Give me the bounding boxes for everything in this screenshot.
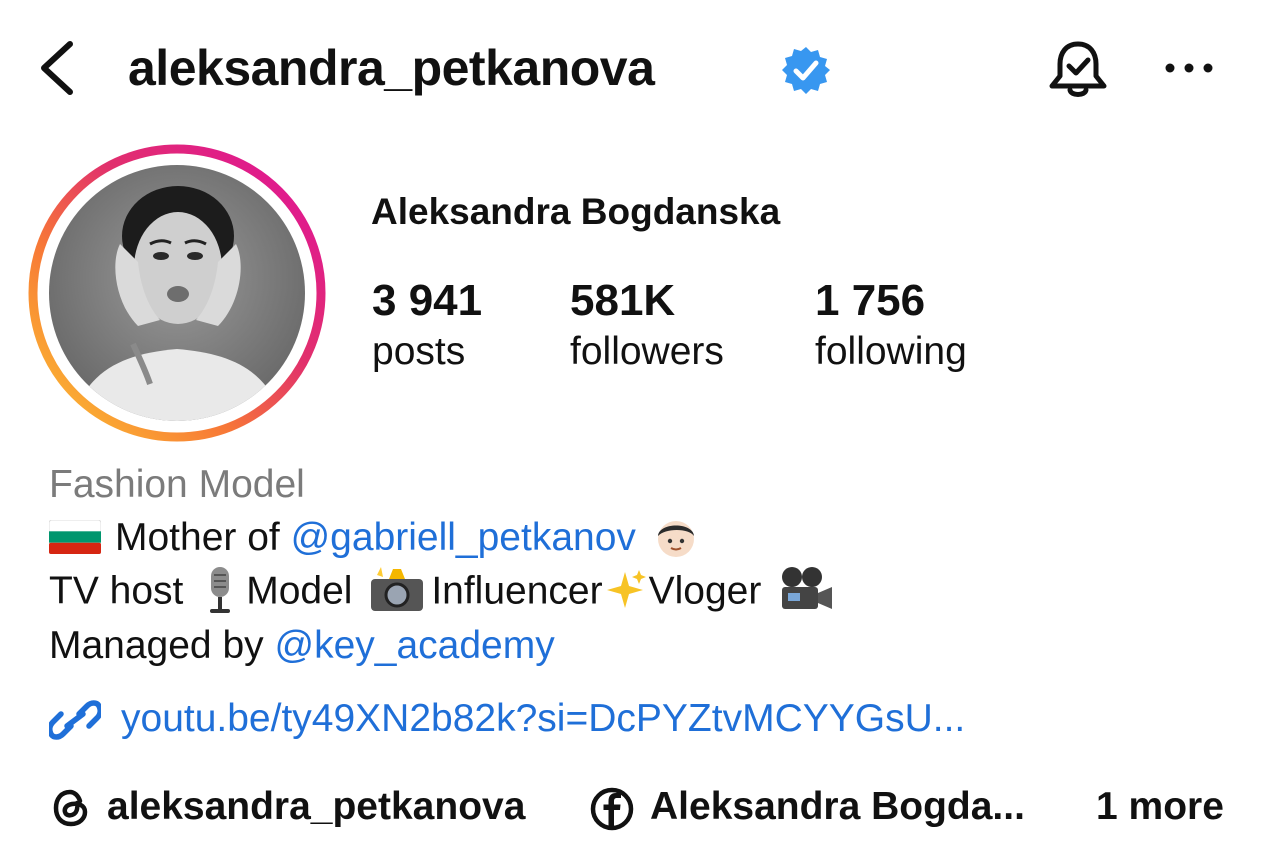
verified-badge-icon xyxy=(780,44,832,96)
ellipsis-icon xyxy=(1165,63,1213,73)
camera-flash-emoji-icon xyxy=(371,567,424,611)
threads-link-text: aleksandra_petkanova xyxy=(107,785,526,828)
microphone-emoji-icon xyxy=(210,567,231,613)
movie-camera-emoji-icon xyxy=(782,567,833,609)
posts-count[interactable]: 3 941 posts xyxy=(372,276,482,376)
bio-managed-by-text: Managed by xyxy=(49,624,264,667)
child-emoji-icon xyxy=(657,520,694,557)
following-label: following xyxy=(815,330,967,373)
followers-value: 581K xyxy=(570,276,676,325)
bio-line-3: Managed by @key_academy xyxy=(49,623,555,669)
bio-influencer-text: Influencer xyxy=(431,569,603,613)
mention-key-academy-link[interactable]: @key_academy xyxy=(275,624,555,667)
chevron-left-icon xyxy=(41,41,73,95)
profile-category: Fashion Model xyxy=(49,463,305,506)
bulgaria-flag-icon xyxy=(49,519,101,554)
link-icon xyxy=(49,700,101,740)
bio-line-1: Mother of @gabriell_petkanov xyxy=(49,515,705,563)
sparkles-emoji-icon xyxy=(606,570,646,608)
followers-label: followers xyxy=(570,330,724,373)
bio-model-text: Model xyxy=(246,569,353,613)
bio-line-2: TV host Model Influencer Vloger xyxy=(49,567,840,618)
following-value: 1 756 xyxy=(815,276,926,325)
facebook-icon xyxy=(590,787,634,831)
mention-gabriell-link[interactable]: @gabriell_petkanov xyxy=(291,516,636,559)
external-link-text: youtu.be/ty49XN2b82k?si=DcPYZtvMCYYGsU..… xyxy=(121,697,966,740)
display-name: Aleksandra Bogdanska xyxy=(371,191,781,232)
more-links-text: 1 more xyxy=(1096,785,1224,828)
notifications-button[interactable] xyxy=(1042,34,1114,106)
profile-avatar[interactable] xyxy=(28,144,326,442)
bio-vloger-text: Vloger xyxy=(648,569,762,613)
following-count[interactable]: 1 756 following xyxy=(815,276,967,376)
more-options-button[interactable] xyxy=(1158,50,1220,86)
facebook-link-text: Aleksandra Bogda... xyxy=(650,785,1025,828)
bio-mother-of-text: Mother of xyxy=(115,516,280,559)
posts-value: 3 941 xyxy=(372,276,483,325)
profile-username: aleksandra_petkanova xyxy=(128,40,655,96)
bell-check-icon xyxy=(1049,41,1107,97)
back-button[interactable] xyxy=(34,36,84,100)
followers-count[interactable]: 581K followers xyxy=(570,276,724,376)
bio-tv-host-text: TV host xyxy=(49,569,184,613)
threads-icon xyxy=(53,789,88,827)
posts-label: posts xyxy=(372,330,466,373)
